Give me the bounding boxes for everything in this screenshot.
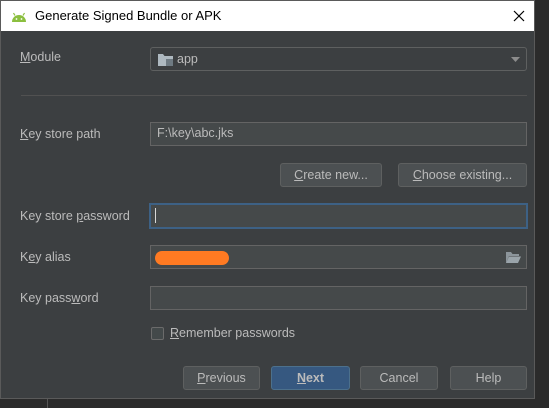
background-status-strip (0, 399, 549, 408)
module-label: Module (20, 50, 62, 64)
keystore-path-label: Key store path (20, 127, 101, 141)
keystore-password-label: Key store password (20, 209, 130, 223)
keystore-path-field[interactable]: F:\key\abc.jks (150, 122, 527, 146)
folder-open-icon[interactable] (506, 251, 521, 264)
close-icon (513, 10, 525, 22)
remember-passwords-checkbox[interactable] (151, 327, 164, 340)
dialog-title: Generate Signed Bundle or APK (35, 8, 222, 23)
help-button[interactable]: Help (450, 366, 527, 390)
background-divider (47, 399, 48, 408)
close-button[interactable] (506, 4, 532, 28)
folder-icon (158, 54, 173, 66)
title-bar: Generate Signed Bundle or APK (1, 1, 534, 31)
keystore-password-field[interactable] (149, 203, 528, 229)
previous-button[interactable]: Previous (183, 366, 260, 390)
separator (21, 95, 527, 96)
module-dropdown[interactable]: app (150, 47, 527, 71)
background-editor (535, 0, 549, 408)
create-new-button[interactable]: Create new... (280, 163, 382, 187)
key-password-field[interactable] (150, 286, 527, 310)
cancel-button[interactable]: Cancel (360, 366, 438, 390)
chevron-down-icon (511, 57, 520, 62)
remember-passwords-label[interactable]: Remember passwords (170, 326, 295, 340)
module-value: app (177, 52, 198, 66)
signed-bundle-dialog: Generate Signed Bundle or APK Module app… (0, 0, 535, 399)
text-caret (155, 208, 156, 223)
choose-existing-button[interactable]: Choose existing... (398, 163, 527, 187)
key-alias-label: Key alias (20, 250, 71, 264)
next-button[interactable]: Next (271, 366, 350, 390)
key-password-label: Key password (20, 291, 99, 305)
android-icon (12, 12, 26, 22)
redaction-mark (155, 251, 229, 265)
